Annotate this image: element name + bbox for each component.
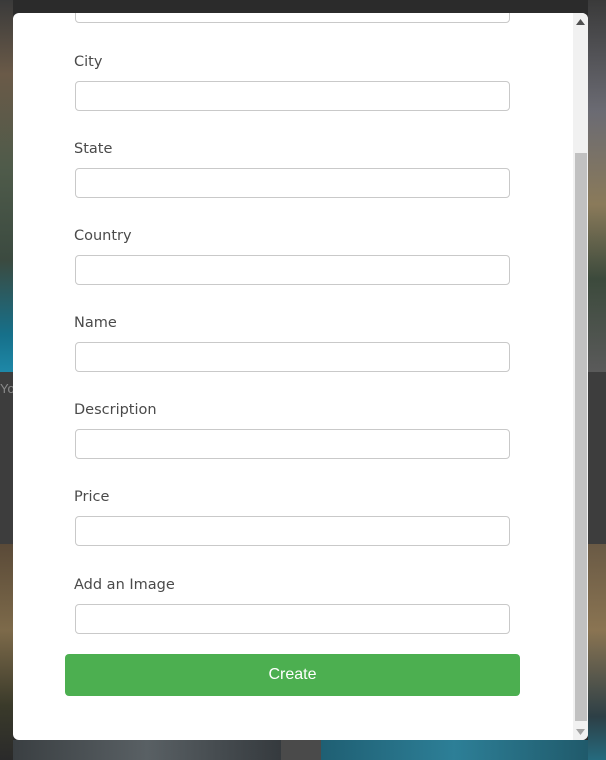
description-input[interactable]	[75, 429, 510, 459]
state-label: State	[74, 141, 113, 157]
scroll-up-button[interactable]	[573, 13, 588, 30]
background-photo-bottom-2	[321, 740, 588, 760]
image-input[interactable]	[75, 604, 510, 634]
create-listing-modal: City State Country Name Description Pric…	[13, 13, 588, 740]
description-label: Description	[74, 402, 157, 418]
triangle-down-icon	[576, 728, 585, 735]
city-label: City	[74, 54, 103, 70]
background-photo-right-top	[588, 0, 606, 372]
background-gap	[281, 740, 321, 760]
price-label: Price	[74, 489, 110, 505]
background-photo-right-bottom	[588, 544, 606, 760]
scroll-down-button[interactable]	[573, 723, 588, 740]
background-photo-left-bottom	[0, 544, 13, 760]
name-label: Name	[74, 315, 117, 331]
background-photo-left-top	[0, 0, 13, 372]
image-label: Add an Image	[74, 577, 175, 593]
triangle-up-icon	[576, 18, 585, 25]
background-photo-bottom-1	[13, 740, 281, 760]
country-input[interactable]	[75, 255, 510, 285]
modal-form: City State Country Name Description Pric…	[13, 13, 573, 740]
state-input[interactable]	[75, 168, 510, 198]
create-button[interactable]: Create	[65, 654, 520, 696]
price-input[interactable]	[75, 516, 510, 546]
name-input[interactable]	[75, 342, 510, 372]
country-label: Country	[74, 228, 132, 244]
address-input[interactable]	[75, 13, 510, 23]
modal-scrollbar[interactable]	[573, 13, 588, 740]
city-input[interactable]	[75, 81, 510, 111]
background-card-left	[0, 372, 13, 544]
background-card-right	[588, 372, 606, 544]
scroll-thumb[interactable]	[575, 153, 587, 721]
